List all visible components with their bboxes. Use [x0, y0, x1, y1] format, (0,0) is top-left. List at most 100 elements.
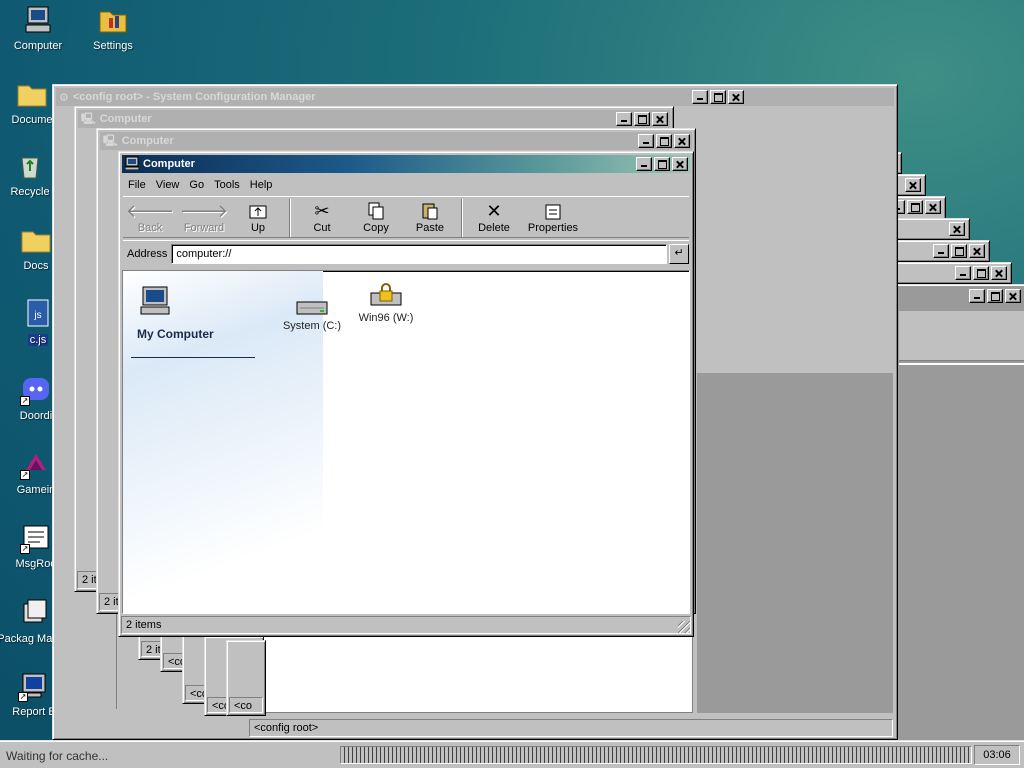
maximize-button[interactable] — [654, 157, 670, 171]
window-titlebar[interactable]: Computer — [122, 155, 690, 173]
properties-button[interactable]: Properties — [521, 199, 585, 234]
copy-icon — [349, 200, 403, 222]
back-button[interactable]: 🡐 Back — [123, 199, 177, 235]
delete-label: Delete — [478, 222, 510, 234]
minimize-button[interactable] — [969, 289, 985, 303]
window-titlebar[interactable]: 🖳 Computer — [100, 132, 692, 150]
cut-label: Cut — [313, 222, 331, 234]
status-text: 2 it — [146, 644, 161, 656]
maximize-button[interactable] — [987, 289, 1003, 303]
recycle-bin-icon — [14, 150, 46, 182]
cut-button[interactable]: ✂ Cut — [295, 199, 349, 235]
menu-help[interactable]: Help — [245, 179, 278, 191]
window-title: <config root> - System Configuration Man… — [72, 91, 316, 103]
close-button[interactable] — [674, 134, 690, 148]
close-button[interactable] — [728, 90, 744, 104]
paste-label: Paste — [415, 222, 445, 234]
minimize-button[interactable] — [692, 90, 708, 104]
go-arrow-icon: ↵ — [674, 246, 684, 259]
computer-window[interactable]: Computer File View Go Tools Help 🡐 Back … — [118, 151, 694, 637]
go-button[interactable]: ↵ — [669, 243, 689, 264]
computer-icon — [124, 156, 140, 173]
folder-icon — [16, 78, 48, 110]
maximize-button[interactable] — [656, 134, 672, 148]
computer-icon — [22, 4, 54, 36]
window-title: Computer — [143, 158, 195, 170]
paste-button[interactable]: Paste — [403, 199, 457, 234]
menu-go[interactable]: Go — [184, 179, 209, 191]
computer-icon: 🖳 — [81, 112, 96, 125]
address-bar: Address computer:// ↵ — [123, 240, 689, 266]
close-button[interactable] — [991, 266, 1007, 280]
up-button[interactable]: Up — [231, 199, 285, 234]
report-icon: ↗ — [18, 670, 50, 702]
svg-text:js: js — [33, 310, 41, 321]
message-icon: ↗ — [20, 522, 52, 554]
delete-x-icon: ✕ — [486, 200, 502, 221]
copy-label: Copy — [363, 222, 389, 234]
drive-win96-w[interactable]: Win96 (W:) — [341, 275, 431, 324]
close-button[interactable] — [672, 157, 688, 171]
address-label: Address — [127, 247, 168, 260]
menu-view[interactable]: View — [151, 179, 185, 191]
config-manager-titlebar[interactable]: ⚙ <config root> - System Configuration M… — [56, 88, 894, 106]
maximize-button[interactable] — [951, 244, 967, 258]
my-computer-icon — [139, 285, 171, 320]
taskbar-status-text: Waiting for cache... — [6, 749, 109, 763]
shortcut-arrow-icon: ↗ — [20, 544, 30, 554]
back-label: Back — [137, 222, 163, 234]
desktop-icon-computer[interactable]: Computer — [0, 4, 76, 52]
background-window-fragment[interactable]: <co — [226, 640, 266, 716]
locked-drive-icon — [341, 275, 431, 309]
status-bar: 2 items — [121, 616, 691, 634]
loading-progress-bar — [340, 746, 972, 764]
taskbar: Waiting for cache... 03:06 — [0, 740, 1024, 768]
status-text: <co — [234, 700, 253, 712]
desktop-icon-settings[interactable]: Settings — [75, 4, 151, 52]
minimize-button[interactable] — [638, 134, 654, 148]
menu-file[interactable]: File — [123, 179, 151, 191]
background-window-large[interactable] — [896, 284, 1024, 744]
maximize-button[interactable] — [634, 112, 650, 126]
computer-icon: 🖳 — [103, 134, 118, 147]
file-label: System (C:) — [282, 320, 342, 332]
status-text: <config root> — [254, 722, 319, 734]
desktop-icon-label: c.js — [27, 334, 49, 346]
menu-tools[interactable]: Tools — [209, 179, 245, 191]
minimize-button[interactable] — [616, 112, 632, 126]
game-icon: ↗ — [20, 448, 52, 480]
copy-button[interactable]: Copy — [349, 199, 403, 234]
address-input[interactable]: computer:// — [171, 243, 667, 264]
sidebar-divider — [131, 357, 255, 358]
minimize-button[interactable] — [933, 244, 949, 258]
file-view[interactable]: My Computer System (C:) Win96 (W:) — [122, 270, 690, 614]
maximize-button[interactable] — [973, 266, 989, 280]
close-button[interactable] — [949, 222, 965, 236]
close-button[interactable] — [652, 112, 668, 126]
resize-grip[interactable] — [678, 621, 690, 633]
close-button[interactable] — [969, 244, 985, 258]
delete-button[interactable]: ✕ Delete — [467, 199, 521, 235]
close-button[interactable] — [925, 200, 941, 214]
close-button[interactable] — [1005, 289, 1021, 303]
maximize-button[interactable] — [710, 90, 726, 104]
window-title: Computer — [121, 135, 174, 147]
back-arrow-icon: 🡐 — [125, 200, 175, 221]
js-file-icon: js — [22, 298, 54, 330]
minimize-button[interactable] — [636, 157, 652, 171]
discord-icon: ↗ — [20, 374, 52, 406]
package-icon — [18, 598, 50, 630]
close-button[interactable] — [905, 178, 921, 192]
properties-icon — [521, 200, 585, 222]
forward-arrow-icon: 🡒 — [179, 200, 229, 221]
properties-label: Properties — [527, 222, 579, 234]
file-label: Win96 (W:) — [358, 312, 414, 324]
toolbar-separator — [289, 199, 291, 237]
minimize-button[interactable] — [955, 266, 971, 280]
toolbar-separator — [461, 199, 463, 237]
forward-button[interactable]: 🡒 Forward — [177, 199, 231, 235]
status-text: 2 items — [126, 619, 162, 631]
taskbar-clock[interactable]: 03:06 — [974, 745, 1020, 765]
maximize-button[interactable] — [907, 200, 923, 214]
window-titlebar[interactable]: 🖳 Computer — [78, 110, 670, 128]
